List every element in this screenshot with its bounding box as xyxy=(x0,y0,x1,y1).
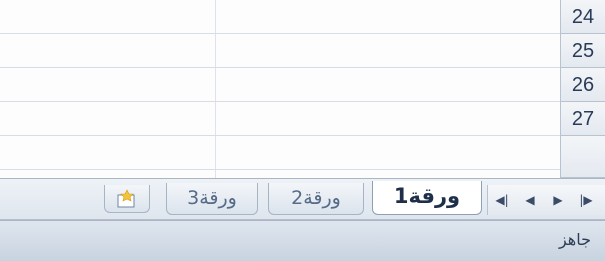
status-bar: جاهز xyxy=(0,220,605,261)
grid-line xyxy=(0,67,560,68)
grid-line xyxy=(0,169,560,170)
sheet-navigation: ◀| ◀ ▶ |▶ xyxy=(487,185,605,215)
grid-line xyxy=(0,101,560,102)
sheet-tab-1-active[interactable]: ورقة1 xyxy=(372,181,482,215)
sheet-tab-bar: ورقة3 ورقة2 ورقة1 ◀| ◀ ▶ |▶ xyxy=(0,178,605,220)
first-sheet-icon[interactable]: ◀| xyxy=(488,193,516,207)
insert-worksheet-icon xyxy=(117,188,135,207)
previous-sheet-icon[interactable]: ◀ xyxy=(516,193,544,207)
grid-line xyxy=(0,135,560,136)
sheet-tab-3[interactable]: ورقة3 xyxy=(166,183,258,215)
row-header-26[interactable]: 26 xyxy=(560,68,605,102)
row-header-partial[interactable] xyxy=(560,136,605,178)
next-sheet-icon[interactable]: ▶ xyxy=(544,193,572,207)
worksheet-grid: 24 25 26 27 xyxy=(0,0,605,178)
row-header-27[interactable]: 27 xyxy=(560,102,605,136)
grid-line xyxy=(0,33,560,34)
column-divider xyxy=(215,0,216,178)
insert-worksheet-button[interactable] xyxy=(104,185,150,213)
last-sheet-icon[interactable]: |▶ xyxy=(572,193,600,207)
row-header-25[interactable]: 25 xyxy=(560,34,605,68)
row-header-24[interactable]: 24 xyxy=(560,0,605,34)
status-ready-label: جاهز xyxy=(558,230,591,249)
excel-window: 24 25 26 27 ورقة3 ورقة2 ورقة1 ◀| ◀ ▶ |▶ … xyxy=(0,0,605,261)
sheet-tab-2[interactable]: ورقة2 xyxy=(268,183,364,215)
